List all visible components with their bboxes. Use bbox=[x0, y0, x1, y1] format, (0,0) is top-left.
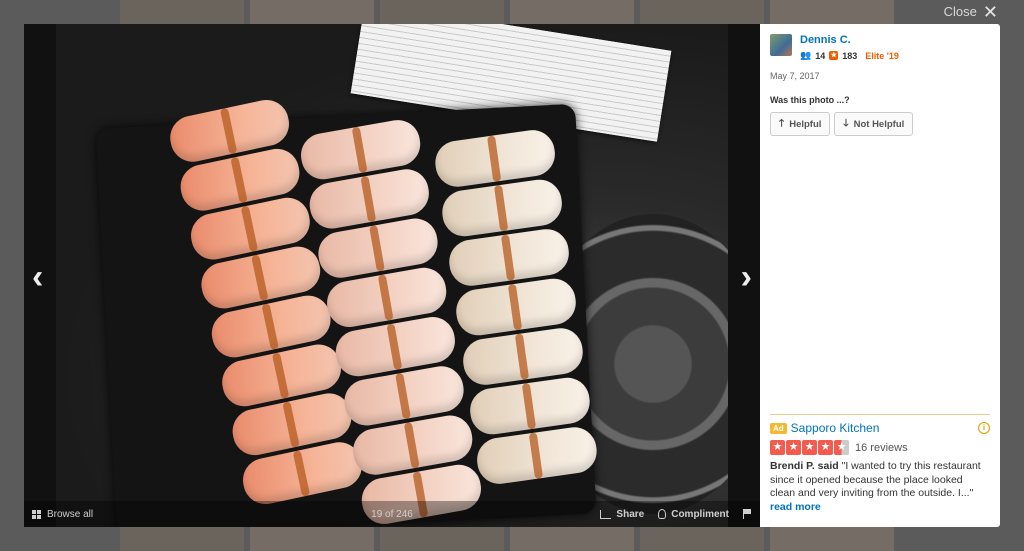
user-info: Dennis C. 👥 14 ★ 183 Elite '19 bbox=[770, 34, 899, 61]
arrow-down-icon: 🡓 bbox=[843, 117, 849, 129]
sponsored-ad: Ad Sapporo Kitchen i ★ ★ ★ ★ ★ 16 review… bbox=[770, 414, 990, 514]
star-icon: ★ bbox=[802, 440, 817, 455]
star-rating: ★ ★ ★ ★ ★ bbox=[770, 440, 849, 455]
ad-badge: Ad bbox=[770, 422, 787, 434]
helpful-label: Helpful bbox=[789, 118, 822, 130]
arrow-up-icon: 🡑 bbox=[779, 117, 785, 129]
half-star-icon: ★ bbox=[834, 440, 849, 455]
friends-icon: 👥 bbox=[800, 50, 812, 60]
star-icon: ★ bbox=[770, 440, 785, 455]
chevron-left-icon: ‹ bbox=[32, 258, 44, 296]
next-photo-button[interactable]: › bbox=[741, 260, 752, 294]
not-helpful-label: Not Helpful bbox=[853, 118, 905, 130]
background-thumbnails-top bbox=[120, 0, 894, 24]
flag-icon bbox=[743, 509, 752, 519]
review-count-user: 183 bbox=[842, 50, 858, 61]
chevron-right-icon: › bbox=[740, 258, 752, 296]
feedback-buttons: 🡑 Helpful 🡓 Not Helpful bbox=[770, 112, 914, 136]
info-icon[interactable]: i bbox=[978, 422, 990, 434]
friend-count: 14 bbox=[815, 50, 826, 61]
share-button[interactable]: Share bbox=[600, 509, 644, 520]
share-label: Share bbox=[616, 508, 645, 520]
grid-icon bbox=[32, 509, 41, 519]
compliment-label: Compliment bbox=[671, 508, 729, 520]
share-icon bbox=[600, 509, 612, 519]
user-stats: 👥 14 ★ 183 Elite '19 bbox=[800, 50, 899, 61]
review-star-icon: ★ bbox=[829, 51, 839, 60]
feedback-question: Was this photo ...? bbox=[770, 95, 850, 105]
star-icon: ★ bbox=[818, 440, 833, 455]
close-label: Close bbox=[943, 4, 977, 19]
elite-badge: Elite '19 bbox=[865, 50, 899, 61]
user-name-link[interactable]: Dennis C. bbox=[800, 34, 899, 46]
avatar[interactable] bbox=[770, 34, 792, 56]
report-button[interactable] bbox=[743, 509, 752, 519]
lightbulb-icon bbox=[658, 509, 667, 519]
photo-viewer: ‹ › Browse all 19 of 246 Share Complimen… bbox=[24, 24, 760, 527]
browse-all-button[interactable]: Browse all bbox=[32, 509, 93, 520]
main-photo bbox=[56, 24, 728, 527]
background-thumbnails-bottom bbox=[120, 527, 894, 551]
browse-all-label: Browse all bbox=[47, 508, 94, 520]
close-icon: ✕ bbox=[982, 1, 998, 22]
review-snippet: Brendi P. said "I wanted to try this res… bbox=[770, 460, 990, 514]
photo-sidebar: Dennis C. 👥 14 ★ 183 Elite '19 May 7, 20… bbox=[760, 24, 1000, 527]
star-icon: ★ bbox=[786, 440, 801, 455]
compliment-button[interactable]: Compliment bbox=[658, 509, 729, 520]
photo-date: May 7, 2017 bbox=[770, 71, 820, 81]
helpful-button[interactable]: 🡑 Helpful bbox=[770, 112, 831, 136]
close-button[interactable]: Close ✕ bbox=[943, 1, 998, 22]
photo-footer: Browse all 19 of 246 Share Compliment bbox=[24, 501, 760, 527]
reviewer-name: Brendi P. said bbox=[770, 460, 839, 472]
not-helpful-button[interactable]: 🡓 Not Helpful bbox=[834, 112, 914, 136]
previous-photo-button[interactable]: ‹ bbox=[32, 260, 43, 294]
business-review-count: 16 reviews bbox=[855, 441, 908, 454]
read-more-link[interactable]: read more bbox=[770, 501, 821, 513]
business-name-link[interactable]: Sapporo Kitchen bbox=[791, 421, 880, 435]
